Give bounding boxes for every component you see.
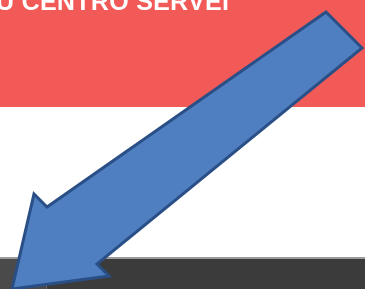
arrow-down-left-icon (10, 10, 365, 289)
arrow-shape (10, 10, 365, 289)
screenshot-root: U CENTRO SERVEI (0, 0, 365, 289)
